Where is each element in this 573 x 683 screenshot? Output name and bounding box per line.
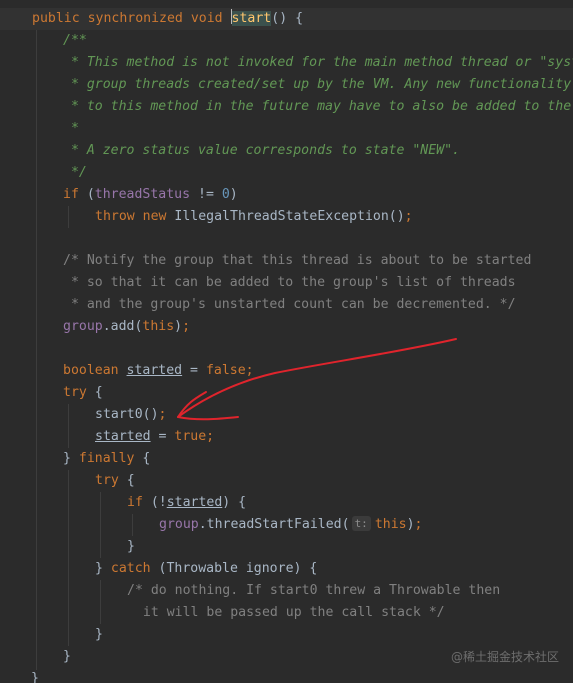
code-line-boolean-started[interactable]: boolean started = false; [63, 360, 254, 382]
number-literal: 0 [221, 187, 230, 202]
comment-line: /* do nothing. If start0 threw a Throwab… [127, 583, 501, 598]
keyword-try: try [63, 385, 87, 400]
field-thread-status[interactable]: threadStatus [95, 187, 190, 202]
brace: } [63, 451, 79, 466]
variable-started[interactable]: started [127, 363, 183, 378]
comment-line: * and the group's unstarted count can be… [63, 297, 516, 312]
semicolon: ; [404, 209, 413, 224]
variable-started[interactable]: started [167, 495, 223, 510]
keyword-if: if [63, 187, 79, 202]
method-call-add[interactable]: .add( [103, 319, 143, 334]
code-line-if-not-started[interactable]: if (!started) { [127, 492, 246, 514]
javadoc-line: * This method is not invoked for the mai… [63, 55, 573, 70]
keyword-false: false [205, 363, 246, 378]
paren: ( [78, 187, 95, 202]
keyword-new: new [142, 209, 167, 224]
comment-line: * so that it can be added to the group's… [63, 275, 516, 290]
code-line-start0-call[interactable]: start0(); [95, 404, 166, 426]
semicolon: ; [158, 407, 167, 422]
keyword-catch: catch [110, 561, 151, 576]
javadoc-line: */ [63, 165, 87, 180]
code-line-if-thread-status[interactable]: if (threadStatus != 0) [63, 184, 238, 206]
code-line-inner-try[interactable]: try { [95, 470, 135, 492]
method-call-thread-start-failed[interactable]: .threadStartFailed( [199, 517, 350, 532]
comment-line: /* Notify the group that this thread is … [63, 253, 532, 268]
brace: { [86, 385, 103, 400]
paren: ) [406, 517, 415, 532]
code-line-close-brace: } [127, 539, 135, 554]
keyword-this: this [374, 517, 407, 532]
comment-line: it will be passed up the call stack */ [127, 605, 445, 620]
parameter-hint: t: [351, 516, 371, 531]
keyword-public: public [32, 11, 80, 26]
code-line-try[interactable]: try { [63, 382, 103, 404]
keyword-throw: throw [95, 209, 135, 224]
javadoc-line: * A zero status value corresponds to sta… [63, 143, 460, 158]
keyword-finally: finally [78, 451, 135, 466]
indent-guide [68, 470, 69, 646]
paren: ) [174, 319, 183, 334]
code-line-throw[interactable]: throw new IllegalThreadStateException(); [95, 206, 413, 228]
brace: { [118, 473, 135, 488]
operator: (! [142, 495, 167, 510]
method-call-start0[interactable]: start0() [95, 407, 159, 422]
semicolon: ; [414, 517, 423, 532]
keyword-this: this [142, 319, 175, 334]
code-line-started-true[interactable]: started = true; [95, 426, 214, 448]
semicolon: ; [206, 429, 215, 444]
operator: != [190, 187, 222, 202]
keyword-boolean: boolean [63, 363, 119, 378]
code-line-group-add[interactable]: group.add(this); [63, 316, 190, 338]
keyword-try: try [95, 473, 119, 488]
code-line-close-brace: } [63, 649, 71, 664]
code-line-catch[interactable]: } catch (Throwable ignore) { [95, 558, 317, 580]
paren: ) [229, 187, 238, 202]
keyword-synchronized: synchronized [87, 11, 183, 26]
watermark: @稀土掘金技术社区 [450, 650, 559, 664]
javadoc-line: * [63, 121, 79, 136]
indent-guide [68, 404, 69, 448]
code-line-close-brace: } [95, 627, 103, 642]
keyword-void: void [190, 11, 223, 26]
semicolon: ; [182, 319, 191, 334]
brace: } [95, 561, 111, 576]
indent-guide [36, 30, 37, 670]
javadoc-line: * group threads created/set up by the VM… [63, 77, 573, 92]
javadoc-line: * to this method in the future may have … [63, 99, 573, 114]
indent-guide [100, 580, 101, 624]
operator: = [182, 363, 206, 378]
code-line-method-signature[interactable]: public synchronized void start() { [0, 8, 573, 30]
code-line-close-brace: } [31, 671, 39, 683]
field-group[interactable]: group [63, 319, 103, 334]
javadoc-line: /** [63, 33, 87, 48]
keyword-if: if [127, 495, 143, 510]
code-editor[interactable]: public synchronized void start() { /** *… [0, 0, 573, 683]
method-params: () { [271, 11, 304, 26]
variable-started[interactable]: started [95, 429, 151, 444]
field-group[interactable]: group [159, 517, 199, 532]
code-line-thread-start-failed[interactable]: group.threadStartFailed(t: this); [159, 514, 422, 536]
exception-constructor[interactable]: IllegalThreadStateException() [166, 209, 404, 224]
catch-params: (Throwable ignore) { [150, 561, 318, 576]
code-line-finally[interactable]: } finally { [63, 448, 150, 470]
brace: { [134, 451, 151, 466]
operator: = [150, 429, 175, 444]
indent-guide [132, 514, 133, 536]
indent-guide [100, 492, 101, 558]
keyword-true: true [174, 429, 207, 444]
method-name-start[interactable]: start [231, 11, 272, 26]
semicolon: ; [245, 363, 254, 378]
indent-guide [68, 206, 69, 228]
brace: ) { [222, 495, 247, 510]
